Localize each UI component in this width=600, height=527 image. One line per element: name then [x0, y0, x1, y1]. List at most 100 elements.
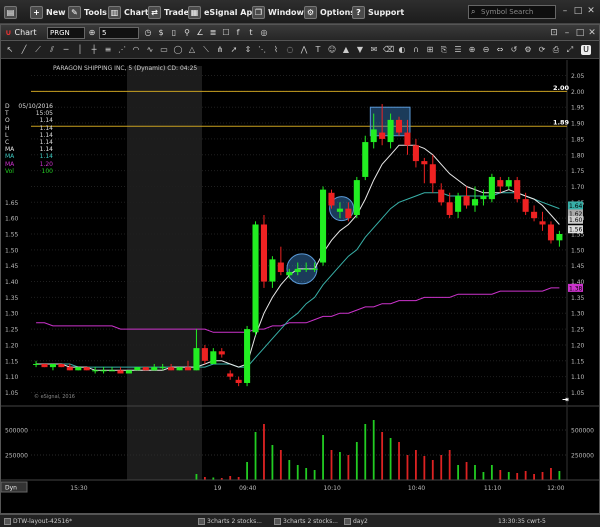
chart-area[interactable]: 2.052.052.002.001.951.951.901.901.851.85…: [0, 60, 599, 498]
arrow-icon[interactable]: ➚: [229, 45, 239, 55]
ray-icon[interactable]: ⟋: [33, 45, 43, 55]
task-window-1[interactable]: 3charts 2 stocks...: [198, 517, 262, 526]
text-icon[interactable]: T: [313, 45, 323, 55]
expand-icon[interactable]: ⤢: [565, 45, 575, 55]
crosshair-icon[interactable]: ┼: [89, 45, 99, 55]
info-row: H 1.14: [5, 125, 53, 132]
price-volume-chart[interactable]: 2.052.052.002.001.951.951.901.901.851.85…: [0, 60, 599, 498]
zoom-in-icon[interactable]: ⊕: [467, 45, 477, 55]
buy-icon[interactable]: ▲: [341, 45, 351, 55]
reset-icon[interactable]: ↺: [509, 45, 519, 55]
support-icon: ?: [352, 5, 365, 19]
study-icon[interactable]: ⚲: [182, 28, 192, 38]
share-icon[interactable]: ◎: [259, 28, 269, 38]
volume-bar: [254, 432, 257, 480]
menu-windows[interactable]: ❐ Windows: [252, 4, 309, 20]
symbol-search-input[interactable]: ⌕ Symbol Search: [468, 5, 556, 19]
info-value: 1.14: [39, 124, 53, 132]
chart-type-icon[interactable]: ▯: [169, 28, 179, 38]
sell-icon[interactable]: ▼: [355, 45, 365, 55]
close-icon[interactable]: ✕: [586, 6, 596, 16]
gann-icon[interactable]: ⋰: [117, 45, 127, 55]
info-value: 100: [41, 167, 53, 175]
trash-icon[interactable]: ⌫: [383, 45, 394, 55]
cursor-icon[interactable]: ↖: [5, 45, 15, 55]
fib-icon[interactable]: ≡: [103, 45, 113, 55]
candle-body: [514, 180, 521, 200]
interval-select[interactable]: 5: [99, 27, 139, 39]
magnet-icon[interactable]: ∩: [411, 45, 421, 55]
ellipse-icon[interactable]: ◯: [173, 45, 183, 55]
refresh-icon[interactable]: ⟳: [537, 45, 547, 55]
u-badge-icon[interactable]: U: [581, 45, 591, 55]
scroll-end-icon: ⇥: [562, 395, 569, 404]
properties-icon[interactable]: ⚙: [523, 45, 533, 55]
regression-icon[interactable]: ⟍: [201, 45, 211, 55]
hline-icon[interactable]: ─: [61, 45, 71, 55]
copy-icon[interactable]: ⎘: [439, 45, 449, 55]
maximize-icon[interactable]: □: [573, 6, 583, 16]
minimize-icon[interactable]: –: [560, 6, 570, 16]
draw-icon[interactable]: ∠: [195, 28, 205, 38]
facebook-icon[interactable]: f: [233, 28, 243, 38]
app-logo[interactable]: ▤: [4, 4, 17, 20]
window-icon: [344, 518, 351, 525]
candle-body: [252, 224, 259, 333]
link-icon[interactable]: ⊕: [87, 28, 97, 38]
twitter-icon[interactable]: t: [246, 28, 256, 38]
andrews-icon[interactable]: ⋱: [257, 45, 267, 55]
note-icon[interactable]: ✉: [369, 45, 379, 55]
vline-icon[interactable]: │: [75, 45, 85, 55]
window-maximize-icon[interactable]: □: [575, 28, 585, 38]
menu-options[interactable]: ⚙ Options: [304, 4, 355, 20]
volume-bar: [440, 455, 443, 480]
x-tick-label: 19: [214, 485, 222, 492]
triangle-icon[interactable]: △: [187, 45, 197, 55]
menu-tools[interactable]: ✎ Tools: [68, 4, 107, 20]
channel-icon[interactable]: ⫽: [47, 45, 57, 55]
clock-icon[interactable]: ◷: [143, 28, 153, 38]
y-tick-label: 2.00: [571, 89, 585, 96]
layers-icon[interactable]: ≣: [208, 28, 218, 38]
menu-trade[interactable]: ⇄ Trade: [148, 4, 189, 20]
print-icon[interactable]: ⎙: [551, 45, 561, 55]
pitchfork-icon[interactable]: ⋔: [215, 45, 225, 55]
volume-bar: [296, 465, 299, 480]
measure-icon[interactable]: ⇕: [243, 45, 253, 55]
volume-bar: [279, 450, 282, 480]
app-menubar: ▤ + New ✎ Tools ▥ Chart ⇄ Trade ▦ eSignal App…: [0, 0, 600, 24]
fan-icon[interactable]: ⋀: [299, 45, 309, 55]
x-tick-label: 10:40: [408, 485, 425, 492]
menu-chart[interactable]: ▥ Chart: [108, 4, 149, 20]
window-pin-icon[interactable]: ⊡: [549, 28, 559, 38]
price-dollar-icon[interactable]: $: [156, 28, 166, 38]
symbols-icon[interactable]: ☺: [327, 45, 337, 55]
trendline-icon[interactable]: ╱: [19, 45, 29, 55]
scroll-icon[interactable]: ⇔: [495, 45, 505, 55]
volume-bar: [415, 450, 417, 480]
window-minimize-icon[interactable]: –: [562, 28, 572, 38]
symbol-input[interactable]: PRGN: [47, 27, 85, 39]
lock-icon[interactable]: ☐: [221, 28, 231, 38]
hide-icon[interactable]: ◐: [397, 45, 407, 55]
cycle-icon[interactable]: ∿: [145, 45, 155, 55]
arc-icon[interactable]: ◠: [131, 45, 141, 55]
window-close-icon[interactable]: ✕: [587, 28, 597, 38]
wave-icon[interactable]: ⌇: [271, 45, 281, 55]
rectangle-icon[interactable]: ▭: [159, 45, 169, 55]
task-window-3[interactable]: day2: [344, 517, 368, 526]
snap-icon[interactable]: ⊞: [425, 45, 435, 55]
window-icon: [274, 518, 281, 525]
candle-body: [471, 199, 479, 206]
menu-support[interactable]: ? Support: [352, 4, 404, 20]
task-window-2[interactable]: 3charts 2 stocks...: [274, 517, 338, 526]
spiral-icon[interactable]: ◌: [285, 45, 295, 55]
candle-body: [395, 119, 403, 133]
template-icon[interactable]: ☰: [453, 45, 463, 55]
menu-new[interactable]: + New: [30, 4, 66, 20]
candle-body: [269, 259, 276, 282]
candle-body: [142, 367, 149, 371]
zoom-out-icon[interactable]: ⊖: [481, 45, 491, 55]
task-layout[interactable]: DTW-layout-42516*: [4, 517, 72, 526]
layout-icon: [4, 518, 11, 525]
